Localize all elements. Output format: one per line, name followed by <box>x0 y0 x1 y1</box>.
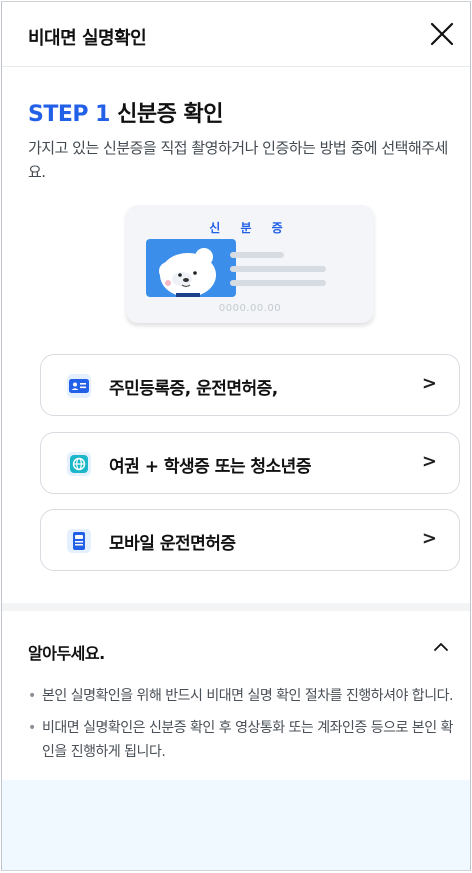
id-card-illustration: 신 분 증 0000.00.00 <box>126 205 374 323</box>
option-label: 주민등록증, 운전면허증, <box>109 379 278 399</box>
chevron-right-icon: > <box>421 373 437 394</box>
close-button[interactable] <box>426 18 458 50</box>
step-description: 가지고 있는 신분증을 직접 촬영하거나 인증하는 방법 중에 선택해주세요. <box>28 139 448 181</box>
option-label: 모바일 운전면허증 <box>109 534 236 554</box>
notice-list: 본인 실명확인을 위해 반드시 비대면 실명 확인 절차를 진행하셔야 합니다.… <box>28 684 454 772</box>
notice-toggle-button[interactable] <box>426 632 456 662</box>
close-icon <box>430 22 454 46</box>
chevron-right-icon: > <box>421 451 437 472</box>
bear-character-image <box>146 239 236 297</box>
option-label: 여권 + 학생증 또는 청소년증 <box>109 457 311 477</box>
section-divider <box>2 603 470 611</box>
mobile-license-icon <box>67 529 91 553</box>
option-mobile-drivers-license[interactable]: 모바일 운전면허증 > <box>40 509 460 571</box>
globe-icon <box>67 452 91 476</box>
option-passport-student-id[interactable]: 여권 + 학생증 또는 청소년증 > <box>40 432 460 494</box>
chevron-right-icon: > <box>421 528 437 549</box>
id-card-title: 신 분 증 <box>209 221 291 235</box>
step-heading: 신분증 확인 <box>117 102 224 127</box>
chevron-up-icon <box>434 643 448 651</box>
card-line <box>230 280 326 286</box>
step-number: STEP 1 <box>28 102 110 127</box>
notice-title: 알아두세요. <box>28 644 105 663</box>
modal: 비대면 실명확인 STEP 1 신분증 확인 가지고 있는 신분증을 직접 촬영… <box>1 1 471 871</box>
notice-item: 본인 실명확인을 위해 반드시 비대면 실명 확인 절차를 진행하셔야 합니다. <box>28 684 454 708</box>
card-line <box>230 266 326 272</box>
option-resident-id-drivers-license[interactable]: 주민등록증, 운전면허증, > <box>40 354 460 416</box>
page-title: 비대면 실명확인 <box>28 28 147 49</box>
notice-item: 비대면 실명확인은 신분증 확인 후 영상통화 또는 계좌인증 등으로 본인 확… <box>28 716 454 764</box>
id-card-date: 0000.00.00 <box>218 303 282 314</box>
step-title: STEP 1 신분증 확인 <box>28 96 224 128</box>
bottom-area <box>2 780 470 870</box>
card-line <box>230 252 284 258</box>
header: 비대면 실명확인 <box>2 2 470 67</box>
id-card-icon <box>67 374 91 398</box>
